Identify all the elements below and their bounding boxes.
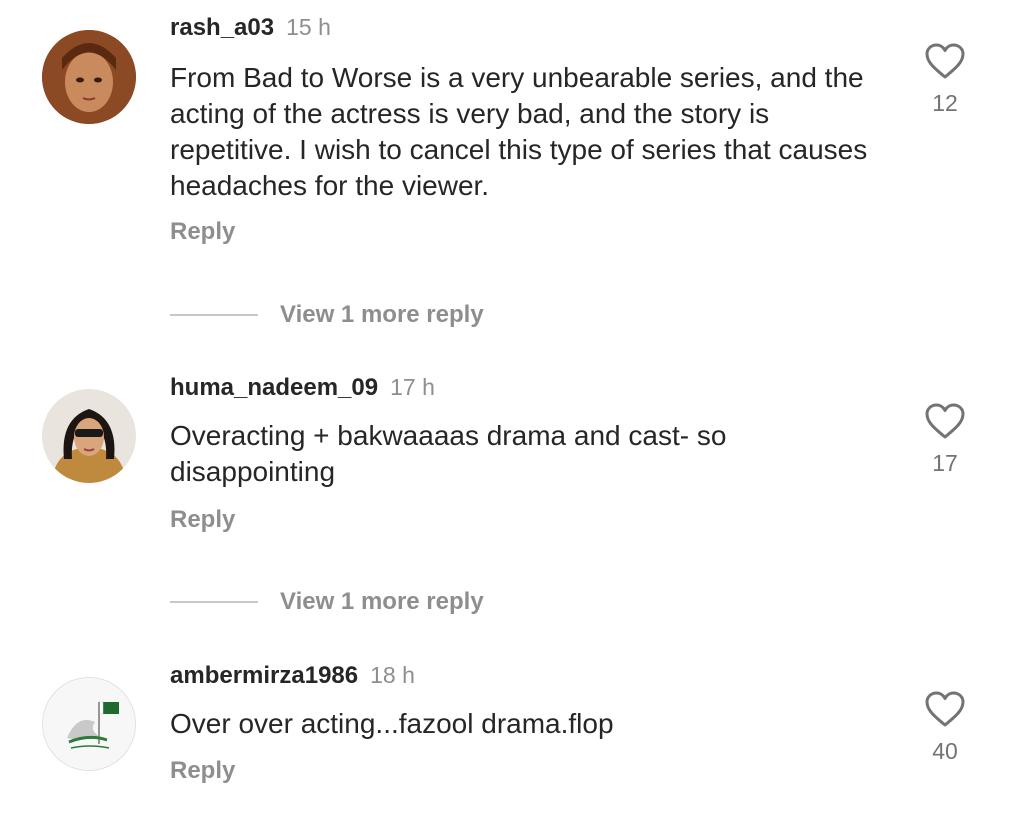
comment-text: From Bad to Worse is a very unbearable s… bbox=[170, 62, 868, 201]
divider-line bbox=[170, 314, 258, 316]
like-count: 12 bbox=[932, 90, 958, 116]
view-replies-label: View 1 more reply bbox=[280, 588, 484, 615]
comment-meta: ambermirza1986 18 h bbox=[170, 660, 415, 690]
timestamp: 17 h bbox=[390, 374, 435, 400]
like-count: 17 bbox=[932, 450, 958, 476]
heart-outline-icon bbox=[925, 43, 965, 79]
comment-text: Over over acting...fazool drama.flop bbox=[170, 708, 614, 739]
avatar-image bbox=[42, 30, 136, 124]
like-button[interactable]: 40 bbox=[920, 690, 970, 765]
avatar-image bbox=[42, 389, 136, 483]
comment-text: Overacting + bakwaaaas drama and cast- s… bbox=[170, 420, 727, 487]
timestamp: 18 h bbox=[370, 662, 415, 688]
avatar[interactable] bbox=[42, 677, 136, 771]
reply-button[interactable]: Reply bbox=[170, 218, 235, 246]
username[interactable]: huma_nadeem_09 bbox=[170, 374, 378, 401]
view-replies-label: View 1 more reply bbox=[280, 301, 484, 328]
like-button[interactable]: 12 bbox=[920, 42, 970, 117]
avatar-image bbox=[43, 678, 135, 770]
view-replies-button[interactable]: View 1 more reply bbox=[170, 587, 484, 617]
like-count: 40 bbox=[932, 738, 958, 764]
comment-meta: rash_a03 15 h bbox=[170, 12, 331, 42]
view-replies-button[interactable]: View 1 more reply bbox=[170, 300, 484, 330]
avatar[interactable] bbox=[42, 389, 136, 483]
username[interactable]: rash_a03 bbox=[170, 14, 274, 41]
username[interactable]: ambermirza1986 bbox=[170, 662, 358, 689]
avatar[interactable] bbox=[42, 30, 136, 124]
reply-button[interactable]: Reply bbox=[170, 757, 235, 785]
heart-outline-icon bbox=[925, 691, 965, 727]
heart-outline-icon bbox=[925, 403, 965, 439]
comment-meta: huma_nadeem_09 17 h bbox=[170, 372, 435, 402]
timestamp: 15 h bbox=[286, 14, 331, 40]
divider-line bbox=[170, 601, 258, 603]
reply-button[interactable]: Reply bbox=[170, 506, 235, 534]
like-button[interactable]: 17 bbox=[920, 402, 970, 477]
